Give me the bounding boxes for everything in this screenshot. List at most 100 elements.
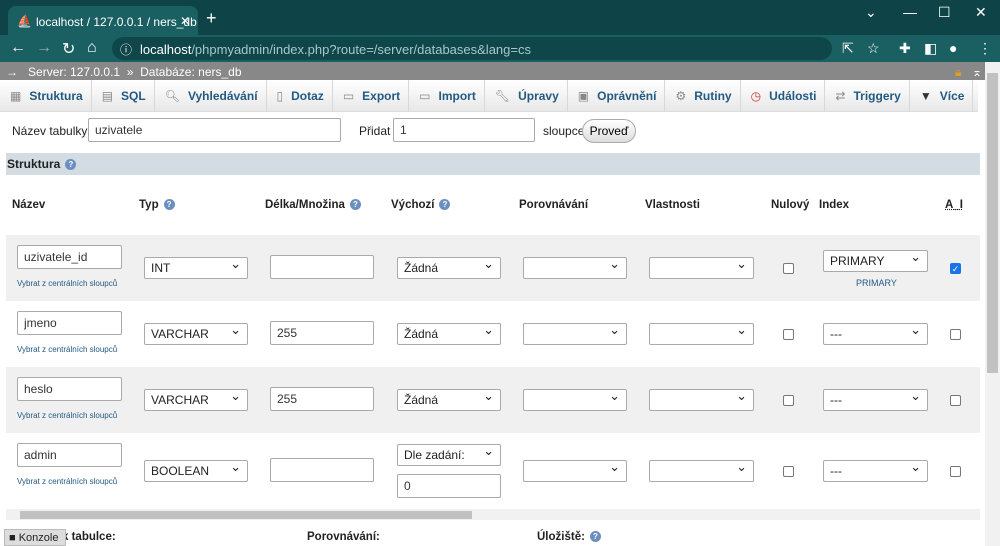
sidepanel-icon[interactable]: ◧ bbox=[924, 40, 937, 57]
add-columns-input[interactable] bbox=[393, 118, 535, 142]
length-input[interactable] bbox=[270, 387, 374, 411]
tab-triggers[interactable]: ⇄ Triggery bbox=[825, 80, 910, 112]
type-select[interactable]: BOOLEAN bbox=[144, 459, 248, 482]
collation-select[interactable] bbox=[523, 459, 627, 482]
main-menu: ▦ Struktura ▤ SQL 🔍︎ Vyhledávání ▯ Dotaz ▭ Ex… bbox=[0, 80, 978, 112]
central-columns-link[interactable]: Vybrat z centrálních sloupců bbox=[17, 477, 117, 486]
collation-select[interactable] bbox=[523, 388, 627, 411]
table-comment-label: k tabulce: bbox=[62, 531, 116, 543]
column-name-input[interactable] bbox=[17, 311, 122, 335]
home-button[interactable]: ⌂ bbox=[87, 39, 97, 57]
collation-select[interactable] bbox=[523, 256, 627, 279]
go-button[interactable]: Proveď bbox=[582, 119, 636, 143]
collapse-arrow-icon[interactable]: → bbox=[6, 65, 18, 79]
tab-events[interactable]: ◷ Události bbox=[741, 80, 826, 112]
help-icon[interactable]: ? bbox=[439, 199, 451, 211]
profile-icon[interactable]: ● bbox=[949, 40, 957, 56]
wrench-icon: 🔧︎ bbox=[494, 89, 511, 103]
scroll-top-icon[interactable]: ⌅ bbox=[972, 65, 982, 79]
tab-import[interactable]: ▭ Import bbox=[409, 80, 485, 112]
lock-icon[interactable]: 🔒︎ bbox=[955, 65, 961, 80]
help-icon[interactable]: ? bbox=[65, 159, 77, 171]
minimize-button[interactable]: — bbox=[903, 4, 917, 20]
kebab-menu-icon[interactable]: ⋮ bbox=[978, 40, 992, 57]
null-checkbox[interactable] bbox=[783, 395, 794, 406]
null-checkbox[interactable] bbox=[783, 466, 794, 477]
auto-increment-checkbox[interactable]: ✓ bbox=[950, 263, 961, 274]
breadcrumb-database[interactable]: Databáze: ners_db bbox=[140, 65, 241, 79]
length-input[interactable] bbox=[270, 321, 374, 345]
tab-more[interactable]: ▼ Více bbox=[910, 80, 974, 112]
section-header: Struktura? bbox=[6, 153, 980, 175]
tab-sql[interactable]: ▤ SQL bbox=[92, 80, 155, 112]
horizontal-scrollbar-thumb[interactable] bbox=[20, 511, 472, 519]
sql-icon: ▤ bbox=[101, 89, 114, 103]
share-icon[interactable]: ⇱ bbox=[842, 40, 854, 57]
forward-button[interactable]: → bbox=[36, 39, 52, 57]
column-name-input[interactable] bbox=[17, 245, 122, 269]
tab-export[interactable]: ▭ Export bbox=[333, 80, 410, 112]
tab-operations[interactable]: 🔧︎ Úpravy bbox=[485, 80, 568, 112]
null-checkbox[interactable] bbox=[783, 263, 794, 274]
help-icon[interactable]: ? bbox=[589, 531, 601, 543]
auto-increment-checkbox[interactable] bbox=[950, 395, 961, 406]
extensions-icon[interactable]: ✚ bbox=[899, 40, 911, 57]
attributes-select[interactable] bbox=[649, 388, 754, 411]
collation-select[interactable] bbox=[523, 322, 627, 345]
attributes-select[interactable] bbox=[649, 459, 754, 482]
chevron-down-icon[interactable]: ⌄ bbox=[865, 4, 877, 21]
console-button[interactable]: ■ Konzole bbox=[4, 529, 66, 546]
attributes-select[interactable] bbox=[649, 322, 754, 345]
index-select[interactable]: --- bbox=[823, 322, 928, 345]
header-null: Nulový bbox=[771, 199, 810, 211]
index-select[interactable]: --- bbox=[823, 459, 928, 482]
central-columns-link[interactable]: Vybrat z centrálních sloupců bbox=[17, 279, 117, 288]
privileges-icon: ▣ bbox=[577, 89, 590, 103]
address-bar[interactable]: ⓘ localhost/phpmyadmin/index.php?route=/s… bbox=[112, 37, 832, 60]
auto-increment-checkbox[interactable] bbox=[950, 466, 961, 477]
default-select[interactable]: Žádná bbox=[397, 256, 501, 279]
column-name-input[interactable] bbox=[17, 443, 122, 467]
tab-search[interactable]: 🔍︎ Vyhledávání bbox=[155, 80, 267, 112]
reload-button[interactable]: ↻ bbox=[62, 39, 75, 59]
tab-routines[interactable]: ⚙ Rutiny bbox=[665, 80, 741, 112]
star-icon[interactable]: ☆ bbox=[867, 40, 880, 57]
help-icon[interactable]: ? bbox=[163, 199, 175, 211]
tab-privileges[interactable]: ▣ Oprávnění bbox=[568, 80, 666, 112]
type-select[interactable]: INT bbox=[144, 256, 248, 279]
new-tab-button[interactable]: + bbox=[206, 8, 217, 29]
column-name-input[interactable] bbox=[17, 377, 122, 401]
table-collation-label: Porovnávání: bbox=[307, 531, 380, 543]
header-default: Výchozí? bbox=[391, 199, 451, 211]
auto-increment-checkbox[interactable] bbox=[950, 329, 961, 340]
close-tab-icon[interactable]: ✕ bbox=[180, 14, 190, 28]
index-select[interactable]: --- bbox=[823, 388, 928, 411]
default-select[interactable]: Žádná bbox=[397, 322, 501, 345]
attributes-select[interactable] bbox=[649, 256, 754, 279]
type-select[interactable]: VARCHAR bbox=[144, 322, 248, 345]
browser-tab[interactable]: ⛵ localhost / 127.0.0.1 / ners_db / u ✕ bbox=[8, 6, 198, 35]
tab-struktura[interactable]: ▦ Struktura bbox=[0, 80, 92, 112]
tab-query[interactable]: ▯ Dotaz bbox=[267, 80, 333, 112]
central-columns-link[interactable]: Vybrat z centrálních sloupců bbox=[17, 345, 117, 354]
breadcrumb-server[interactable]: Server: 127.0.0.1 bbox=[28, 65, 120, 79]
breadcrumb: → Server: 127.0.0.1 » Databáze: ners_db … bbox=[0, 62, 985, 80]
table-name-input[interactable] bbox=[88, 118, 341, 142]
index-select[interactable]: PRIMARY bbox=[823, 249, 928, 272]
columns-label: sloupce bbox=[543, 124, 585, 138]
length-input[interactable] bbox=[270, 255, 374, 279]
default-value-input[interactable] bbox=[397, 474, 501, 498]
close-window-button[interactable]: ✕ bbox=[975, 4, 987, 21]
clock-icon: ◷ bbox=[750, 89, 762, 103]
length-input[interactable] bbox=[270, 458, 374, 482]
default-select[interactable]: Dle zadání: bbox=[397, 443, 501, 466]
type-select[interactable]: VARCHAR bbox=[144, 388, 248, 411]
central-columns-link[interactable]: Vybrat z centrálních sloupců bbox=[17, 411, 117, 420]
null-checkbox[interactable] bbox=[783, 329, 794, 340]
header-ai: A_I bbox=[945, 199, 963, 211]
vertical-scrollbar-thumb[interactable] bbox=[987, 73, 998, 373]
maximize-button[interactable]: ☐ bbox=[938, 4, 951, 21]
default-select[interactable]: Žádná bbox=[397, 388, 501, 411]
help-icon[interactable]: ? bbox=[349, 199, 361, 211]
back-button[interactable]: ← bbox=[10, 39, 26, 57]
